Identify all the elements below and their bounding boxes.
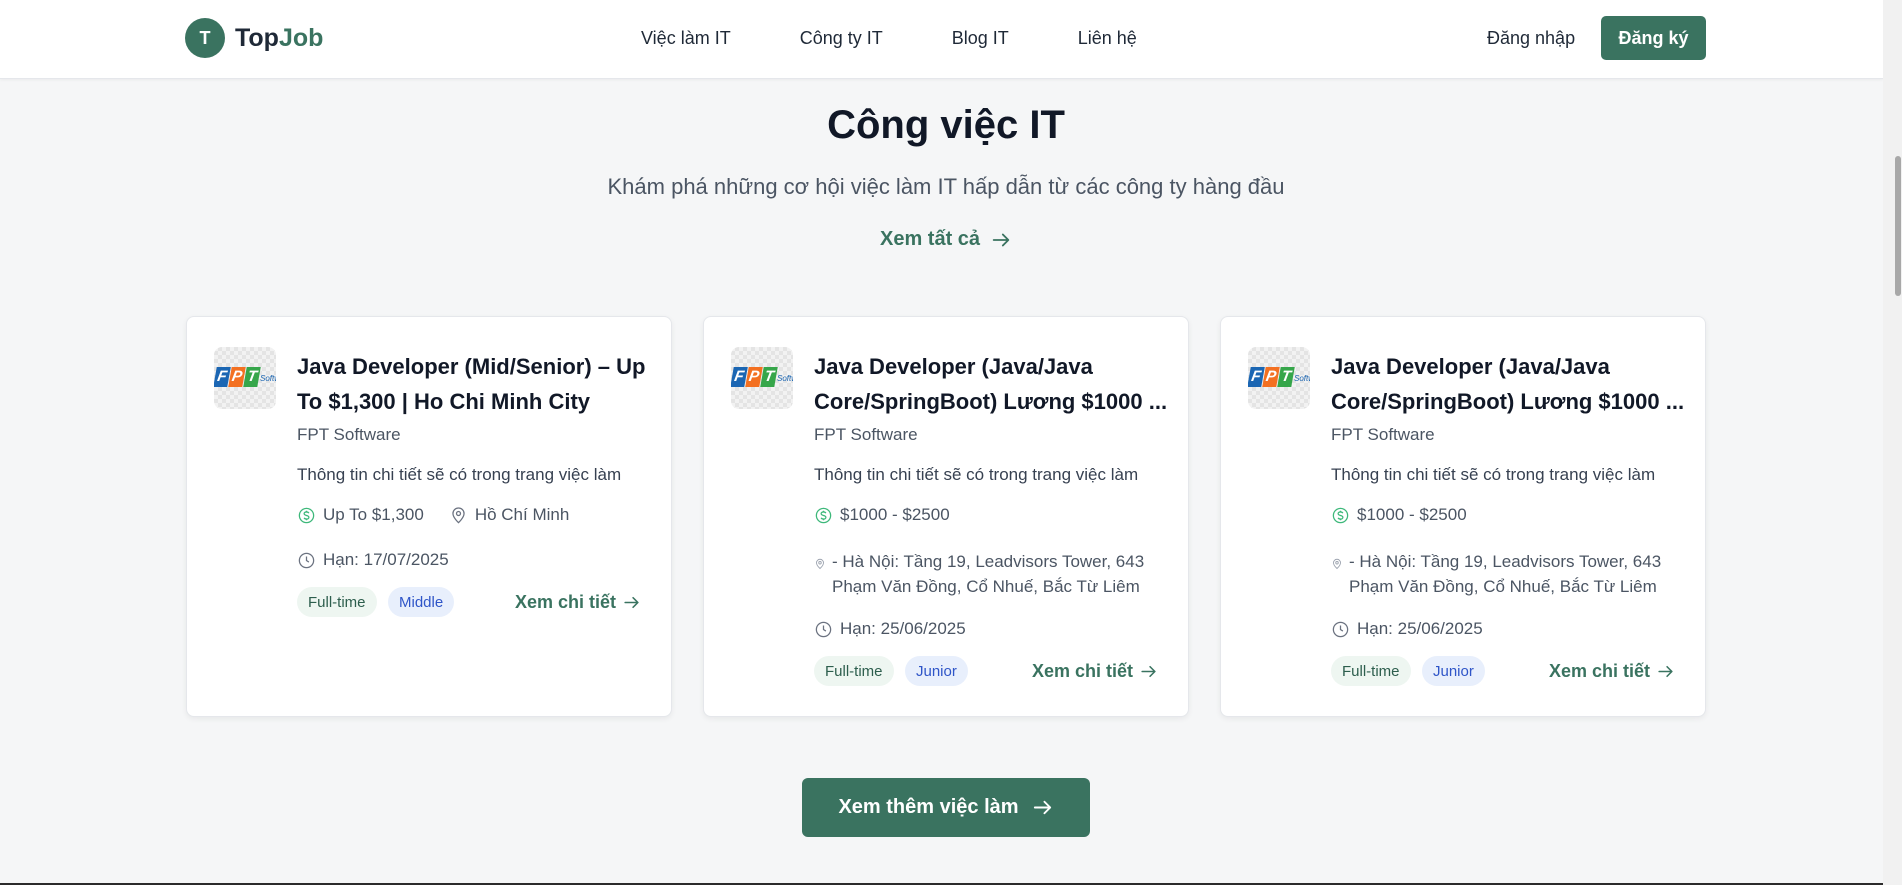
company-name: FPT Software (1331, 425, 1435, 444)
logo-text: TopJob (235, 23, 324, 52)
job-card[interactable]: FPT Softw Java Developer (Java/Java Core… (1220, 316, 1706, 717)
nav-item-companies[interactable]: Công ty IT (800, 28, 883, 49)
job-description: Thông tin chi tiết sẽ có trong trang việ… (1331, 465, 1656, 484)
load-more-label: Xem thêm việc làm (838, 796, 1019, 818)
logo-mark: T (185, 18, 225, 58)
salary: $1000 - $2500 (840, 505, 950, 524)
company-name: FPT Software (297, 425, 401, 444)
deadline-row: Hạn: 17/07/2025 (297, 550, 449, 570)
view-all-label: Xem tất cả (880, 228, 981, 250)
section-subtitle: Khám phá những cơ hội việc làm IT hấp dẫ… (607, 174, 1285, 199)
nav-item-contact[interactable]: Liên hệ (1078, 28, 1137, 49)
top-navbar: T TopJob Việc làm IT Công ty IT Blog IT … (0, 0, 1883, 79)
job-level-badge: Junior (1422, 656, 1485, 686)
job-card[interactable]: FPT Softw Java Developer (Java/Java Core… (703, 316, 1189, 717)
location-pin-icon (452, 506, 465, 523)
main-nav: Việc làm IT Công ty IT Blog IT Liên hệ (641, 28, 1137, 49)
view-detail-link[interactable]: Xem chi tiết (1549, 661, 1675, 682)
location-pin-icon (816, 558, 824, 570)
nav-item-blog[interactable]: Blog IT (952, 28, 1009, 49)
job-type-badge: Full-time (1331, 656, 1411, 686)
deadline-row: Hạn: 25/06/2025 (814, 619, 966, 639)
job-title[interactable]: Java Developer (Mid/Senior) – Up To $1,3… (297, 349, 652, 419)
company-logo: FPT Softw (1248, 347, 1310, 409)
location: Hồ Chí Minh (474, 505, 570, 524)
salary-row: $1000 - $2500 (1331, 505, 1467, 525)
location-row: - Hà Nội: Tầng 19, Leadvisors Tower, 643… (1331, 549, 1671, 599)
load-more-jobs-button[interactable]: Xem thêm việc làm (802, 778, 1090, 837)
clock-icon (298, 552, 315, 568)
arrow-right-icon (1658, 665, 1673, 678)
dollar-icon (815, 507, 832, 523)
location: - Hà Nội: Tầng 19, Leadvisors Tower, 643… (832, 552, 1145, 596)
view-detail-label: Xem chi tiết (1031, 661, 1133, 681)
location-row: - Hà Nội: Tầng 19, Leadvisors Tower, 643… (814, 549, 1154, 599)
nav-item-jobs[interactable]: Việc làm IT (641, 28, 731, 49)
job-type-badge: Full-time (297, 587, 377, 617)
view-all-link[interactable]: Xem tất cả (880, 228, 1012, 251)
job-card[interactable]: FPT Softw Java Developer (Mid/Senior) – … (186, 316, 672, 717)
deadline: Hạn: 25/06/2025 (1357, 619, 1483, 638)
location: - Hà Nội: Tầng 19, Leadvisors Tower, 643… (1349, 552, 1662, 596)
job-title[interactable]: Java Developer (Java/Java Core/SpringBoo… (1331, 349, 1686, 419)
company-logo: FPT Softw (731, 347, 793, 409)
job-description: Thông tin chi tiết sẽ có trong trang việ… (814, 465, 1139, 484)
salary: Up To $1,300 (323, 505, 424, 524)
job-meta-row: Up To $1,300 Hồ Chí Minh (297, 505, 569, 525)
salary-row: $1000 - $2500 (814, 505, 950, 525)
job-level-badge: Middle (388, 587, 455, 617)
clock-icon (815, 621, 832, 637)
clock-icon (1332, 621, 1349, 637)
signup-button[interactable]: Đăng ký (1601, 16, 1706, 60)
section-title: Công việc IT (827, 103, 1065, 147)
arrow-right-icon (1141, 665, 1156, 678)
company-logo: FPT Softw (214, 347, 276, 409)
deadline-row: Hạn: 25/06/2025 (1331, 619, 1483, 639)
view-detail-label: Xem chi tiết (514, 592, 616, 612)
location-pin-icon (1333, 558, 1341, 570)
job-type-badge: Full-time (814, 656, 894, 686)
scrollbar-thumb[interactable] (1895, 156, 1901, 296)
logo[interactable]: T TopJob (185, 18, 323, 58)
view-detail-link[interactable]: Xem chi tiết (515, 592, 641, 613)
deadline: Hạn: 25/06/2025 (840, 619, 966, 638)
company-name: FPT Software (814, 425, 918, 444)
dollar-icon (298, 507, 315, 523)
login-link[interactable]: Đăng nhập (1487, 28, 1575, 49)
arrow-right-icon (992, 233, 1010, 246)
salary: $1000 - $2500 (1357, 505, 1467, 524)
job-level-badge: Junior (905, 656, 968, 686)
job-description: Thông tin chi tiết sẽ có trong trang việ… (297, 465, 622, 484)
arrow-right-icon (1033, 800, 1051, 815)
dollar-icon (1332, 507, 1349, 523)
arrow-right-icon (624, 596, 639, 609)
job-title[interactable]: Java Developer (Java/Java Core/SpringBoo… (814, 349, 1169, 419)
view-detail-label: Xem chi tiết (1548, 661, 1650, 681)
view-detail-link[interactable]: Xem chi tiết (1032, 661, 1158, 682)
deadline: Hạn: 17/07/2025 (323, 550, 449, 569)
